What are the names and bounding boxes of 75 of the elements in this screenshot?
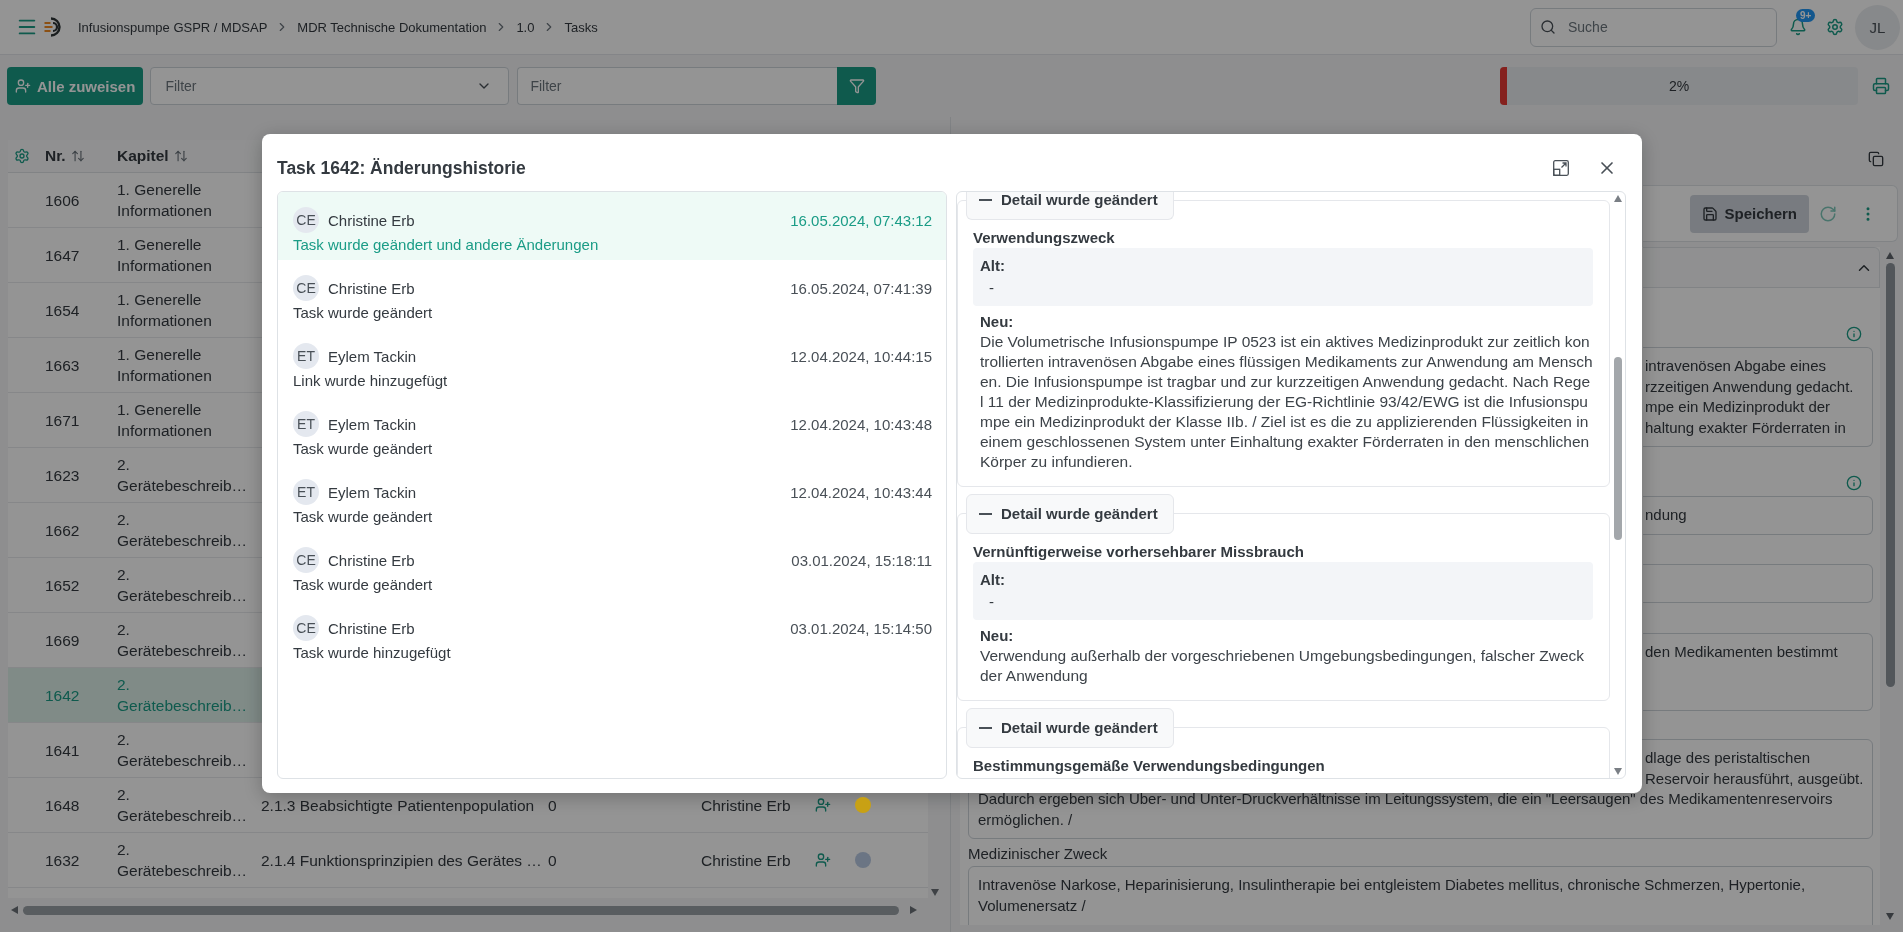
table-cell-text: 2. Gerätebeschreib… bbox=[116, 565, 249, 606]
table-cell-text: 1623 bbox=[44, 465, 81, 486]
table-cell-text: 1654 bbox=[44, 300, 81, 321]
table-cell-text: 2. Gerätebeschreib… bbox=[116, 620, 249, 661]
old-label: Alt: bbox=[980, 570, 1005, 590]
table-cell-text: 2. Gerätebeschreib… bbox=[116, 785, 249, 826]
user-name: Christine Erb bbox=[328, 619, 415, 637]
user-name: Christine Erb bbox=[328, 551, 415, 569]
table-cell-text: 1669 bbox=[44, 630, 81, 651]
table-cell-text: 1606 bbox=[44, 190, 81, 211]
new-label: Neu: bbox=[980, 626, 1014, 646]
table-cell-text: 2.1.4 Funktionsprinzipien des Gerätes … bbox=[260, 850, 543, 871]
field-label: Medizinischer Zweck bbox=[968, 844, 1108, 864]
table-cell-text: 1641 bbox=[44, 740, 81, 761]
change-description: Task wurde geändert bbox=[293, 575, 433, 595]
table-cell-text: 1. Generelle Informationen bbox=[116, 345, 213, 386]
user-avatar: CE bbox=[293, 547, 319, 573]
user-avatar: ET bbox=[293, 343, 319, 369]
user-name: Christine Erb bbox=[328, 279, 415, 297]
change-description: Task wurde geändert und andere Änderungen bbox=[293, 235, 599, 255]
timestamp: 16.05.2024, 07:43:12 bbox=[790, 211, 932, 229]
change-description: Task wurde geändert bbox=[293, 439, 433, 459]
table-cell-text: 1671 bbox=[44, 410, 81, 431]
table-cell-text: 0 bbox=[547, 795, 558, 816]
table-cell-text: 1. Generelle Informationen bbox=[116, 235, 213, 276]
table-cell-text: 2. Gerätebeschreib… bbox=[116, 840, 249, 881]
timestamp: 16.05.2024, 07:41:39 bbox=[790, 279, 932, 297]
change-description: Task wurde hinzugefügt bbox=[293, 643, 451, 663]
user-avatar: CE bbox=[293, 615, 319, 641]
table-cell-text: 1. Generelle Informationen bbox=[116, 180, 213, 221]
old-label: Alt: bbox=[980, 256, 1005, 276]
user-avatar: CE bbox=[293, 275, 319, 301]
user-avatar: ET bbox=[293, 479, 319, 505]
progress-label: 2% bbox=[1668, 78, 1690, 94]
table-cell-text: 1. Generelle Informationen bbox=[116, 400, 213, 441]
new-value: Die Volumetrische Infusionspumpe IP 0523 ist ein aktives Medizinprodukt zur zeitlich kontrollierten intravenösen Abgabe eines flüssigen Medikaments zur Anwendung am Menschen. Die Infusionspumpe ist tragbar und zur kurzzeitigen Anwendung gedacht. Nach Regel 11 der Medizinprodukte-Klassifizierung der EG-Richtlinie 93/42/EWG ist die Infusionspumpe ein Medizinprodukt der Klasse IIb. / Ziel ist es die zu applizierenden Flüssigkeiten in einem geschlossenen System unter Einhaltung exakter Förderraten in den menschlichen Körper zu infundieren. bbox=[980, 332, 1593, 472]
user-name: Eylem Tackin bbox=[328, 347, 417, 365]
timestamp: 12.04.2024, 10:43:48 bbox=[790, 415, 932, 433]
notification-badge: 9+ bbox=[1796, 9, 1816, 22]
field-name: Vernünftigerweise vorhersehbarer Missbrauch bbox=[973, 542, 1304, 562]
old-value: - bbox=[989, 278, 994, 298]
table-cell-text: 2. Gerätebeschreib… bbox=[116, 675, 249, 716]
field-name: Verwendungszweck bbox=[973, 228, 1115, 248]
old-value: - bbox=[989, 592, 994, 612]
table-cell-text: Christine Erb bbox=[700, 795, 792, 816]
table-cell-text: Christine Erb bbox=[700, 850, 792, 871]
table-cell-text: 1642 bbox=[44, 685, 81, 706]
timestamp: 12.04.2024, 10:44:15 bbox=[790, 347, 932, 365]
table-cell-text: 2. Gerätebeschreib… bbox=[116, 455, 249, 496]
table-cell-text: 1663 bbox=[44, 355, 81, 376]
table-cell-text: 1652 bbox=[44, 575, 81, 596]
table-cell-text: 0 bbox=[547, 850, 558, 871]
change-description: Task wurde geändert bbox=[293, 507, 433, 527]
change-description: Link wurde hinzugefügt bbox=[293, 371, 448, 391]
user-name: Christine Erb bbox=[328, 211, 415, 229]
timestamp: 03.01.2024, 15:18:11 bbox=[791, 551, 932, 569]
timestamp: 12.04.2024, 10:43:44 bbox=[790, 483, 932, 501]
table-cell-text: 1647 bbox=[44, 245, 81, 266]
new-label: Neu: bbox=[980, 312, 1014, 332]
user-avatar: ET bbox=[293, 411, 319, 437]
table-cell-text: 1. Generelle Informationen bbox=[116, 290, 213, 331]
table-cell-text: 2. Gerätebeschreib… bbox=[116, 730, 249, 771]
change-description: Task wurde geändert bbox=[293, 303, 433, 323]
table-cell-text: 2. Gerätebeschreib… bbox=[116, 510, 249, 551]
table-cell-text: 2.1.3 Beabsichtigte Patientenpopulation bbox=[260, 795, 536, 816]
table-cell-text: 1662 bbox=[44, 520, 81, 541]
timestamp: 03.01.2024, 15:14:50 bbox=[790, 619, 932, 637]
table-cell-text: 1632 bbox=[44, 850, 81, 871]
field-name: Bestimmungsgemäße Verwendungsbedingungen bbox=[973, 756, 1325, 776]
user-name: Eylem Tackin bbox=[328, 415, 417, 433]
dialog-title: Task 1642: Änderungshistorie bbox=[277, 157, 526, 179]
user-name: Eylem Tackin bbox=[328, 483, 417, 501]
new-value: Verwendung außerhalb der vorgeschriebenen Umgebungsbedingungen, falscher Zweck der Anwendung bbox=[980, 646, 1586, 686]
user-avatar: CE bbox=[293, 207, 319, 233]
table-cell-text: 1648 bbox=[44, 795, 81, 816]
